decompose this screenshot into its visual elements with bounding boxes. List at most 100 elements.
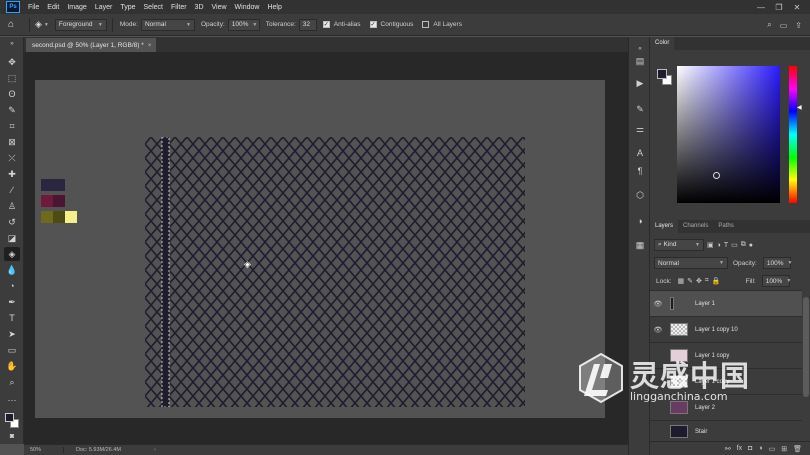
layer-row[interactable]: 👁 Layer 1 copy 10 bbox=[650, 316, 802, 342]
fill-source-select[interactable]: Foreground ▼ bbox=[54, 18, 107, 31]
layer-row[interactable]: 👁 Layer 1 bbox=[650, 290, 802, 316]
share-icon[interactable]: ⇪ bbox=[795, 21, 802, 30]
eyedropper-tool-icon[interactable]: ⤫ bbox=[4, 151, 20, 165]
new-layer-icon[interactable]: ⊞ bbox=[781, 445, 787, 453]
link-layers-icon[interactable]: ⚯ bbox=[725, 445, 731, 453]
all-layers-option[interactable]: All Layers bbox=[422, 21, 465, 28]
dodge-tool-icon[interactable]: ◔ bbox=[4, 279, 20, 293]
fx-icon[interactable]: fx bbox=[737, 445, 742, 452]
filter-shape-icon[interactable]: ▭ bbox=[731, 241, 738, 249]
workspace-icon[interactable]: ▭ bbox=[780, 21, 788, 30]
paragraph-panel-icon[interactable]: ¶ bbox=[632, 163, 648, 179]
marquee-tool-icon[interactable]: ⬚ bbox=[4, 71, 20, 85]
healing-brush-tool-icon[interactable]: ✚ bbox=[4, 167, 20, 181]
menu-select[interactable]: Select bbox=[140, 4, 167, 11]
tab-color[interactable]: Color bbox=[650, 37, 675, 50]
paint-bucket-preset-icon[interactable]: ◈ bbox=[35, 19, 42, 30]
close-tab-icon[interactable]: × bbox=[148, 42, 152, 49]
menu-filter[interactable]: Filter bbox=[167, 4, 191, 11]
menu-edit[interactable]: Edit bbox=[43, 4, 63, 11]
layer-row[interactable]: Stair bbox=[650, 420, 802, 442]
foreground-color-swatch[interactable] bbox=[5, 413, 14, 422]
anti-alias-checkbox[interactable]: ✓ bbox=[322, 21, 330, 28]
fill-field[interactable]: 100% ▼ bbox=[761, 275, 791, 287]
history-panel-icon[interactable]: ▤ bbox=[632, 53, 648, 69]
mode-select[interactable]: Normal ▼ bbox=[140, 18, 195, 31]
menu-image[interactable]: Image bbox=[63, 4, 90, 11]
adjustments-icon[interactable]: ◑ bbox=[632, 213, 648, 229]
canvas-workspace[interactable]: ◈ bbox=[24, 52, 628, 444]
hue-slider-handle-icon[interactable]: ◀ bbox=[797, 104, 802, 111]
blend-mode-select[interactable]: Normal ▼ bbox=[654, 257, 728, 269]
filter-toggle-icon[interactable]: ● bbox=[749, 242, 753, 249]
swatches-panel-icon[interactable]: ▦ bbox=[632, 237, 648, 253]
color-field[interactable] bbox=[677, 66, 780, 203]
restore-icon[interactable]: ❐ bbox=[770, 3, 788, 12]
lasso-tool-icon[interactable]: ʘ bbox=[4, 87, 20, 101]
menu-layer[interactable]: Layer bbox=[91, 4, 117, 11]
brush-tool-icon[interactable]: ∕ bbox=[4, 183, 20, 197]
frame-tool-icon[interactable]: ⊠ bbox=[4, 135, 20, 149]
quick-select-tool-icon[interactable]: ✎ bbox=[4, 103, 20, 117]
3d-panel-icon[interactable]: ⬡ bbox=[632, 187, 648, 203]
visibility-eye-icon[interactable]: 👁 bbox=[650, 300, 666, 308]
move-tool-icon[interactable]: ✥ bbox=[4, 55, 20, 69]
crop-tool-icon[interactable]: ⌗ bbox=[4, 119, 20, 133]
zoom-tool-icon[interactable]: ⌕ bbox=[4, 375, 20, 389]
pen-tool-icon[interactable]: ✒ bbox=[4, 295, 20, 309]
path-select-tool-icon[interactable]: ➤ bbox=[4, 327, 20, 341]
new-group-icon[interactable]: ▭ bbox=[769, 445, 776, 453]
trash-icon[interactable]: 🗑 bbox=[793, 445, 802, 453]
add-mask-icon[interactable]: ◘ bbox=[748, 445, 752, 452]
menu-type[interactable]: Type bbox=[116, 4, 139, 11]
minimize-icon[interactable]: — bbox=[752, 3, 770, 12]
more-tools-icon[interactable]: ··· bbox=[4, 393, 20, 407]
menu-file[interactable]: File bbox=[24, 4, 43, 11]
hue-slider[interactable]: ◀ bbox=[789, 66, 802, 203]
contiguous-option[interactable]: ✓ Contiguous bbox=[369, 21, 417, 28]
brush-settings-icon[interactable]: ✎ bbox=[632, 101, 648, 117]
type-tool-icon[interactable]: T bbox=[4, 311, 20, 325]
home-icon[interactable]: ⌂ bbox=[8, 19, 24, 30]
foreground-color-chip[interactable] bbox=[657, 69, 667, 79]
visibility-eye-icon[interactable]: 👁 bbox=[650, 326, 666, 334]
document-canvas[interactable]: ◈ bbox=[35, 80, 605, 418]
actions-panel-icon[interactable]: ▶ bbox=[632, 75, 648, 91]
layer-opacity-field[interactable]: 100% ▼ bbox=[762, 257, 792, 269]
layer-name[interactable]: Layer 1 copy 10 bbox=[695, 327, 738, 333]
opacity-field[interactable]: 100% ▼ bbox=[227, 18, 260, 31]
lock-transparent-icon[interactable]: ▦ bbox=[678, 277, 685, 285]
close-icon[interactable]: ✕ bbox=[788, 3, 806, 12]
filter-smart-object-icon[interactable]: ⧉ bbox=[741, 241, 746, 249]
properties-icon[interactable]: ⚌ bbox=[632, 121, 648, 137]
shape-tool-icon[interactable]: ▭ bbox=[4, 343, 20, 357]
tab-paths[interactable]: Paths bbox=[713, 220, 738, 233]
lock-position-icon[interactable]: ✥ bbox=[696, 277, 702, 285]
menu-view[interactable]: View bbox=[208, 4, 231, 11]
character-panel-icon[interactable]: A bbox=[632, 145, 648, 161]
color-picker-ring[interactable] bbox=[713, 172, 720, 179]
clone-stamp-tool-icon[interactable]: ♙ bbox=[4, 199, 20, 213]
layer-name[interactable]: Stair bbox=[695, 429, 707, 435]
all-layers-checkbox[interactable] bbox=[422, 21, 430, 28]
hand-tool-icon[interactable]: ✋ bbox=[4, 359, 20, 373]
filter-type-icon[interactable]: T bbox=[724, 242, 728, 249]
filter-adjustment-icon[interactable]: ◑ bbox=[717, 242, 721, 249]
layer-filter-select[interactable]: ⌕ Kind ▼ bbox=[654, 239, 704, 251]
contiguous-checkbox[interactable]: ✓ bbox=[369, 21, 377, 28]
blur-tool-icon[interactable]: 💧 bbox=[4, 263, 20, 277]
adjustment-layer-icon[interactable]: ◑ bbox=[758, 445, 762, 452]
tolerance-field[interactable]: 32 bbox=[298, 18, 317, 31]
paint-bucket-tool-icon[interactable]: ◈ bbox=[4, 247, 20, 261]
filter-pixel-icon[interactable]: ▣ bbox=[707, 241, 714, 249]
lock-artboard-icon[interactable]: ⌗ bbox=[705, 277, 709, 285]
preset-chevron-icon[interactable]: ▼ bbox=[44, 22, 49, 28]
toolbar-collapse-icon[interactable]: » bbox=[4, 37, 20, 51]
quick-mask-icon[interactable]: ◙ bbox=[4, 429, 20, 443]
tab-layers[interactable]: Layers bbox=[650, 220, 679, 233]
menu-window[interactable]: Window bbox=[231, 4, 264, 11]
menu-help[interactable]: Help bbox=[263, 4, 285, 11]
status-menu-icon[interactable]: › bbox=[154, 447, 156, 453]
lock-pixels-icon[interactable]: ✎ bbox=[687, 277, 693, 285]
anti-alias-option[interactable]: ✓ Anti-alias bbox=[322, 21, 364, 28]
